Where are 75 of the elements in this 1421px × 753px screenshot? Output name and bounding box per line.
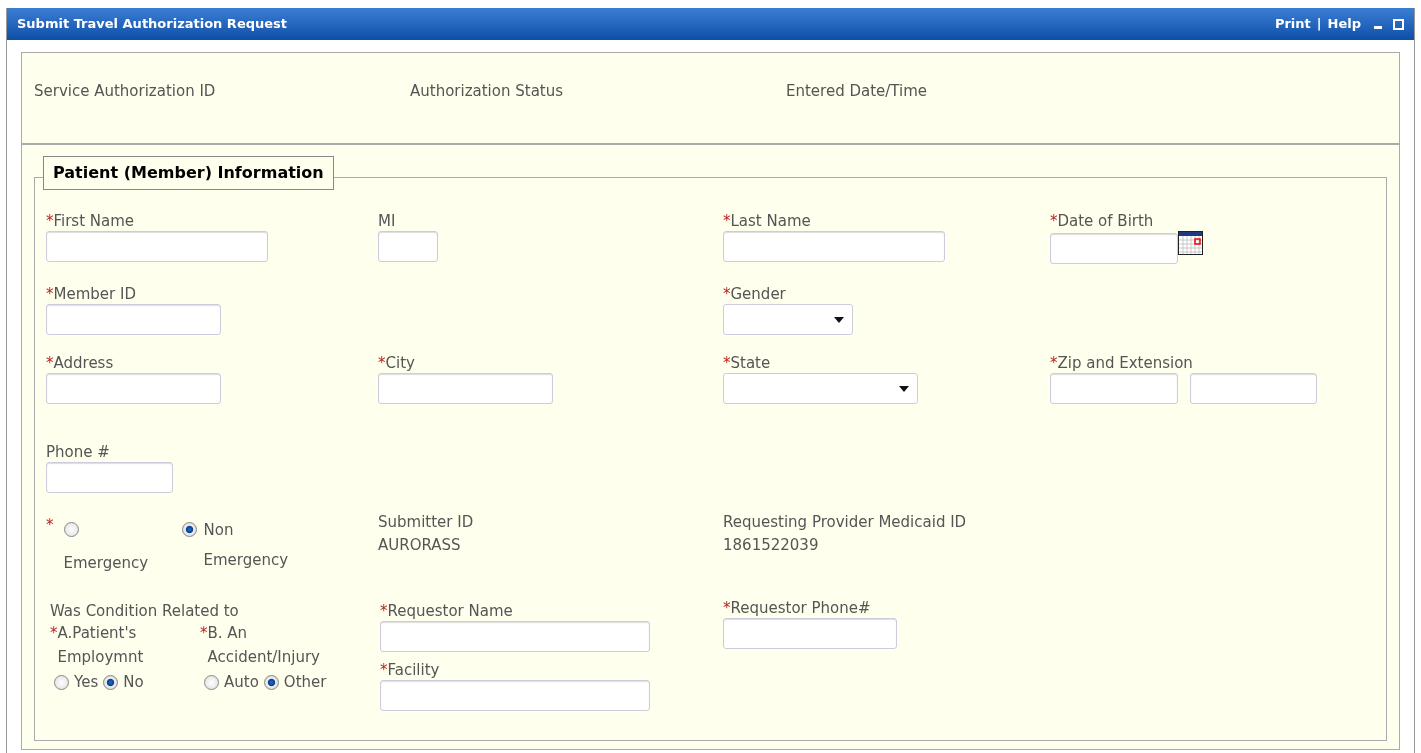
field-label: Gender <box>730 284 786 304</box>
field-label: Address <box>53 353 114 373</box>
radio-label: Non Emergency <box>203 520 290 571</box>
field-label: First Name <box>53 211 135 231</box>
input-field[interactable] <box>46 462 173 493</box>
required-mark: * <box>380 660 388 680</box>
field-label: Member ID <box>53 284 136 304</box>
radio-label: Yes <box>74 672 99 693</box>
required-mark: * <box>380 601 388 621</box>
summary-label: Entered Date/Time <box>786 81 928 102</box>
field-label: Requestor Name <box>387 601 513 621</box>
input-field[interactable] <box>723 231 945 262</box>
field-label: Facility <box>387 660 440 680</box>
input-field[interactable] <box>46 373 221 404</box>
input-field[interactable] <box>1050 373 1178 404</box>
required-mark: * <box>46 515 54 535</box>
field-label: Zip and Extension <box>1057 353 1193 373</box>
field-label: Last Name <box>730 211 811 231</box>
required-mark: * <box>1050 353 1058 373</box>
radio-button[interactable] <box>103 674 119 690</box>
input-field[interactable] <box>380 680 650 711</box>
input-field[interactable] <box>46 304 221 335</box>
calendar-icon[interactable] <box>1178 231 1203 255</box>
info-value: AURORASS <box>378 535 462 556</box>
summary-label: Service Authorization ID <box>34 81 217 102</box>
input-field[interactable] <box>1050 233 1178 264</box>
field-label: City <box>385 353 415 373</box>
radio-button[interactable] <box>204 674 219 690</box>
required-mark: * <box>1050 211 1058 231</box>
print-link[interactable]: Print <box>1274 14 1311 34</box>
dropdown[interactable] <box>723 373 918 404</box>
required-mark: * <box>46 353 54 373</box>
input-field[interactable] <box>380 621 650 652</box>
input-field[interactable] <box>46 231 268 262</box>
caret-icon <box>899 385 909 392</box>
field-label: Date of Birth <box>1057 211 1154 231</box>
required-mark: * <box>50 623 58 644</box>
field-label: A.Patient's Employmnt <box>57 623 145 668</box>
input-field[interactable] <box>378 231 438 262</box>
field-label: Requestor Phone# <box>730 598 871 618</box>
section-caption: Was Condition Related to <box>50 601 240 621</box>
radio-label: Other <box>283 672 327 693</box>
section-legend: Patient (Member) Information <box>43 156 334 190</box>
field-label: State <box>730 353 771 373</box>
radio-label: Auto <box>224 672 259 693</box>
summary-label: Authorization Status <box>410 81 565 102</box>
window-title: Submit Travel Authorization Request <box>17 15 289 34</box>
input-field[interactable] <box>723 618 897 649</box>
radio-button[interactable] <box>181 522 197 537</box>
required-mark: * <box>723 284 731 304</box>
info-label: Requesting Provider Medicaid ID <box>723 512 968 533</box>
required-mark: * <box>46 284 54 304</box>
required-mark: * <box>723 353 731 373</box>
radio-button[interactable] <box>63 522 79 537</box>
required-mark: * <box>723 598 731 618</box>
link-separator: | <box>1316 15 1322 34</box>
required-mark: * <box>723 211 731 231</box>
field-label: MI <box>378 211 396 231</box>
help-link[interactable]: Help <box>1327 14 1361 34</box>
field-label: B. An Accident/Injury <box>207 623 321 668</box>
dropdown[interactable] <box>723 304 853 335</box>
caret-icon <box>834 316 844 323</box>
input-field[interactable] <box>378 373 553 404</box>
info-label: Submitter ID <box>378 512 475 533</box>
input-field[interactable] <box>1190 373 1317 404</box>
radio-label: Emergency <box>63 553 150 574</box>
required-mark: * <box>46 211 54 231</box>
radio-button[interactable] <box>263 674 279 690</box>
radio-button[interactable] <box>54 674 69 690</box>
field-label: Phone # <box>46 442 110 462</box>
radio-label: No <box>123 672 144 693</box>
required-mark: * <box>200 623 208 644</box>
required-mark: * <box>378 353 386 373</box>
maximize-icon[interactable] <box>1393 18 1404 30</box>
info-value: 1861522039 <box>723 535 820 556</box>
